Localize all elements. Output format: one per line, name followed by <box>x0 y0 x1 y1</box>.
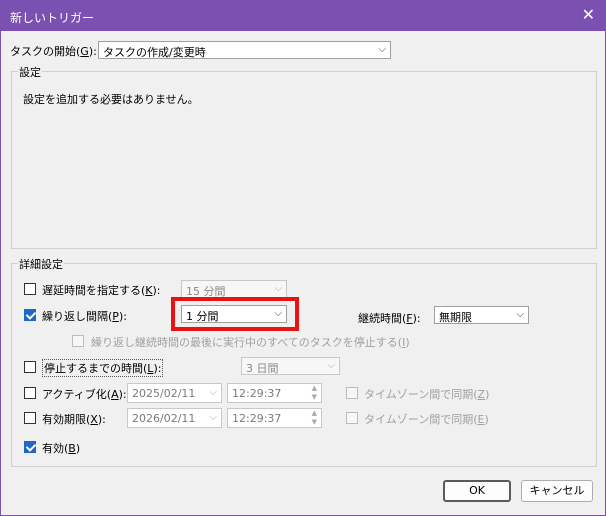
expire-sync-timezone-label: タイムゾーン間で同期(E) <box>364 413 489 426</box>
spin-down-icon[interactable]: ▼ <box>312 393 317 401</box>
title-bar: 新しいトリガー ✕ <box>1 1 605 31</box>
dialog-title: 新しいトリガー <box>10 11 95 25</box>
stop-if-longer-value: 3 日間 <box>246 362 279 375</box>
ok-button[interactable]: OK <box>443 480 511 502</box>
settings-group: 設定 設定を追加する必要はありません。 <box>11 64 597 249</box>
activate-checkbox[interactable] <box>24 387 36 399</box>
chevron-down-icon: ⌵ <box>327 360 335 371</box>
task-start-value: タスクの作成/変更時 <box>103 46 206 59</box>
activate-sync-timezone-checkbox[interactable] <box>346 387 358 399</box>
expire-date-value: 2026/02/11 <box>132 412 196 425</box>
expire-date-picker[interactable]: 2026/02/11 ⌵ <box>127 408 222 428</box>
chevron-down-icon: ⌵ <box>378 44 386 55</box>
stop-if-longer-checkbox[interactable] <box>24 361 36 373</box>
duration-value: 無期限 <box>439 311 472 324</box>
spin-up-icon[interactable]: ▲ <box>312 409 317 417</box>
chevron-down-icon: ⌵ <box>274 283 282 294</box>
delay-label: 遅延時間を指定する(K): <box>42 284 161 297</box>
task-start-label: タスクの開始(G): <box>10 45 97 58</box>
repeat-label: 繰り返し間隔(P): <box>42 310 127 323</box>
activate-time-value: 12:29:37 <box>232 387 282 400</box>
settings-group-title: 設定 <box>18 64 42 80</box>
delay-checkbox[interactable] <box>24 283 36 295</box>
repeat-interval-value: 1 分間 <box>186 310 219 323</box>
chevron-down-icon: ⌵ <box>209 412 217 423</box>
activate-sync-timezone-label: タイムゾーン間で同期(Z) <box>364 388 490 401</box>
chevron-down-icon: ⌵ <box>516 309 524 320</box>
stop-if-longer-label: 停止するまでの時間(L): <box>42 359 164 377</box>
expire-sync-timezone-checkbox[interactable] <box>346 412 358 424</box>
duration-label: 継続時間(F): <box>358 312 421 325</box>
enabled-checkbox[interactable] <box>24 441 36 453</box>
new-trigger-dialog: 新しいトリガー ✕ タスクの開始(G): タスクの作成/変更時 ⌵ 設定 設定を… <box>0 0 606 516</box>
chevron-down-icon: ⌵ <box>274 308 282 319</box>
close-icon[interactable]: ✕ <box>582 5 595 24</box>
expire-time-value: 12:29:37 <box>232 412 282 425</box>
expire-label: 有効期限(X): <box>42 413 106 426</box>
task-start-dropdown[interactable]: タスクの作成/変更時 ⌵ <box>98 41 391 59</box>
stop-if-longer-dropdown[interactable]: 3 日間 ⌵ <box>241 357 340 375</box>
enabled-label: 有効(B) <box>42 442 81 455</box>
repeat-checkbox[interactable] <box>24 309 36 321</box>
cancel-button[interactable]: キャンセル <box>521 480 593 502</box>
stop-all-at-end-checkbox[interactable] <box>72 335 84 347</box>
chevron-down-icon: ⌵ <box>209 387 217 398</box>
stop-all-at-end-label: 繰り返し継続時間の最後に実行中のすべてのタスクを停止する(I) <box>91 336 410 349</box>
activate-date-value: 2025/02/11 <box>132 387 196 400</box>
settings-message: 設定を追加する必要はありません。 <box>23 93 199 106</box>
advanced-settings-title: 詳細設定 <box>18 256 64 272</box>
repeat-interval-dropdown[interactable]: 1 分間 ⌵ <box>181 305 287 323</box>
spin-up-icon[interactable]: ▲ <box>312 384 317 392</box>
activate-time-field[interactable]: 12:29:37 ▲ ▼ <box>227 383 322 403</box>
spin-down-icon[interactable]: ▼ <box>312 418 317 426</box>
duration-dropdown[interactable]: 無期限 ⌵ <box>434 306 529 324</box>
delay-dropdown[interactable]: 15 分間 ⌵ <box>181 280 287 298</box>
expire-checkbox[interactable] <box>24 412 36 424</box>
expire-time-field[interactable]: 12:29:37 ▲ ▼ <box>227 408 322 428</box>
activate-date-picker[interactable]: 2025/02/11 ⌵ <box>127 383 222 403</box>
activate-label: アクティブ化(A): <box>42 388 127 401</box>
